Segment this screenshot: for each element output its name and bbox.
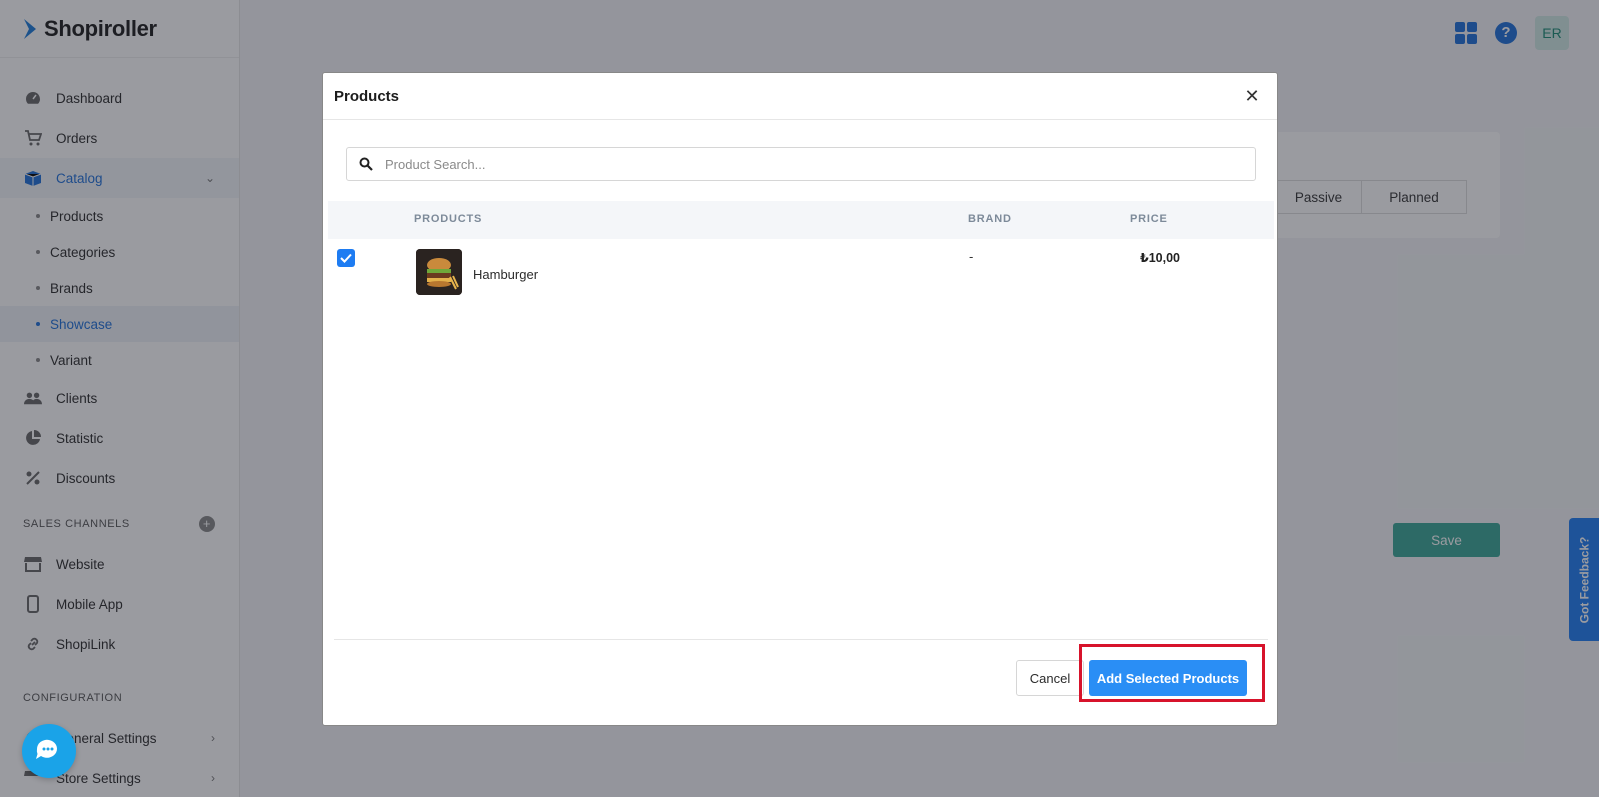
close-icon[interactable]: ✕ bbox=[1241, 85, 1263, 107]
product-search-input[interactable] bbox=[385, 156, 1205, 172]
highlight-box bbox=[1079, 644, 1265, 702]
product-price: ₺10,00 bbox=[1140, 251, 1180, 265]
table-header: PRODUCTS BRAND PRICE bbox=[328, 201, 1274, 239]
product-thumbnail bbox=[416, 249, 462, 295]
chat-widget[interactable] bbox=[22, 724, 76, 778]
row-checkbox[interactable] bbox=[337, 249, 355, 267]
chat-icon bbox=[36, 739, 57, 759]
modal-title: Products bbox=[334, 87, 400, 105]
product-name: Hamburger bbox=[473, 267, 539, 282]
products-modal: Products ✕ PRODUCTS BRAND PRICE Hamburge… bbox=[322, 72, 1278, 726]
column-header-products: PRODUCTS bbox=[414, 213, 483, 225]
modal-header: Products ✕ bbox=[323, 73, 1277, 120]
check-icon bbox=[340, 253, 352, 263]
product-brand: - bbox=[969, 249, 974, 264]
table-row[interactable]: Hamburger - ₺10,00 bbox=[328, 239, 1274, 305]
cancel-button[interactable]: Cancel bbox=[1016, 660, 1084, 696]
column-header-brand: BRAND bbox=[968, 213, 1012, 225]
column-header-price: PRICE bbox=[1130, 213, 1168, 225]
search-icon bbox=[359, 157, 373, 171]
product-search bbox=[346, 147, 1256, 181]
